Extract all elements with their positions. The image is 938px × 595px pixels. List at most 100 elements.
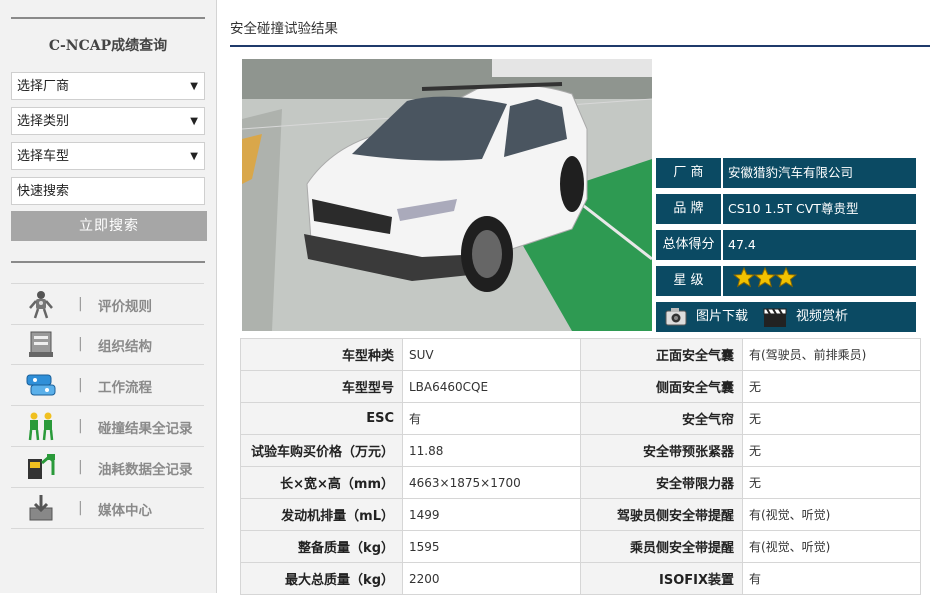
menu-item-crash-records[interactable]: | 碰撞结果全记录 (11, 406, 204, 447)
menu-separator: | (78, 418, 83, 434)
manufacturer-select[interactable]: 选择厂商 ▼ (11, 72, 205, 100)
spec-key: 正面安全气囊 (580, 338, 743, 371)
spec-value: 有(驾驶员、前排乘员) (742, 338, 921, 371)
spec-key: 安全带预张紧器 (580, 434, 743, 467)
spec-key: ESC (240, 402, 403, 435)
menu-separator: | (78, 377, 83, 393)
menu-item-organization[interactable]: | 组织结构 (11, 324, 204, 365)
menu-item-label: 油耗数据全记录 (98, 462, 193, 478)
spec-value: 有 (402, 402, 581, 435)
score-value: 47.4 (723, 230, 916, 260)
menu-separator: | (78, 336, 83, 352)
model-select[interactable]: 选择车型 ▼ (11, 142, 205, 170)
workflow-icon (25, 369, 57, 401)
star-icon (733, 266, 756, 288)
sidebar-divider-middle (11, 261, 205, 263)
seated-dummies-icon (25, 410, 57, 442)
spec-value: 11.88 (402, 434, 581, 467)
media-download-icon (25, 492, 57, 524)
menu-separator: | (78, 296, 83, 312)
camera-icon (664, 305, 688, 341)
spec-key: 车型种类 (240, 338, 403, 371)
spec-key: 侧面安全气囊 (580, 370, 743, 403)
spec-value: SUV (402, 338, 581, 371)
table-row: 试验车购买价格（万元） 11.88 安全带预张紧器 无 (240, 434, 921, 467)
manufacturer-label: 厂 商 (656, 158, 721, 188)
spec-key: 乘员侧安全带提醒 (580, 530, 743, 563)
category-select[interactable]: 选择类别 ▼ (11, 107, 205, 135)
menu-item-workflow[interactable]: | 工作流程 (11, 365, 204, 406)
spec-key: 试验车购买价格（万元） (240, 434, 403, 467)
spec-key: 长×宽×高（mm） (240, 466, 403, 499)
quick-search-input[interactable]: 快速搜索 (11, 177, 205, 205)
spec-key: 驾驶员侧安全带提醒 (580, 498, 743, 531)
sidebar-title: C-NCAP成绩查询 (48, 38, 168, 54)
spec-value: 4663×1875×1700 (402, 466, 581, 499)
manufacturer-select-value: 选择厂商 (17, 79, 70, 94)
dropdown-arrow-icon: ▼ (190, 116, 198, 127)
spec-key: 最大总质量（kg） (240, 562, 403, 595)
menu-separator: | (78, 500, 83, 516)
spec-key: 整备质量（kg） (240, 530, 403, 563)
star-icon (774, 266, 798, 288)
dropdown-arrow-icon: ▼ (190, 151, 198, 162)
section-rule (230, 45, 930, 47)
video-label: 视频赏析 (796, 309, 849, 324)
spec-value: 无 (742, 402, 921, 435)
spec-key: 安全气帘 (580, 402, 743, 435)
photo-download-label: 图片下载 (696, 309, 749, 324)
star-rating-value (723, 266, 916, 296)
spec-value: 有 (742, 562, 921, 595)
spec-value: 1595 (402, 530, 581, 563)
spec-value: LBA6460CQE (402, 370, 581, 403)
star-rating-row: 星 级 (656, 266, 916, 296)
menu-item-label: 媒体中心 (98, 503, 152, 519)
dropdown-arrow-icon: ▼ (190, 81, 198, 92)
media-bar: 图片下载 视频赏析 (656, 302, 916, 332)
section-title: 安全碰撞试验结果 (230, 21, 338, 37)
menu-item-label: 评价规则 (98, 299, 152, 315)
table-row: 整备质量（kg） 1595 乘员侧安全带提醒 有(视觉、听觉) (240, 530, 921, 563)
manufacturer-value: 安徽猎豹汽车有限公司 (723, 158, 916, 188)
menu-item-fuel-records[interactable]: | 油耗数据全记录 (11, 447, 204, 488)
fuel-pump-icon (25, 451, 57, 483)
score-row: 总体得分 47.4 (656, 230, 916, 260)
spec-value: 无 (742, 434, 921, 467)
sidebar-divider-top (11, 17, 205, 19)
spec-key: ISOFIX装置 (580, 562, 743, 595)
crash-dummy-icon (25, 288, 57, 320)
model-select-value: 选择车型 (17, 149, 70, 164)
sidebar: C-NCAP成绩查询 选择厂商 ▼ 选择类别 ▼ 选择车型 ▼ 快速搜索 立即搜… (0, 0, 217, 593)
menu-item-label: 工作流程 (98, 380, 152, 396)
table-row: 最大总质量（kg） 2200 ISOFIX装置 有 (240, 562, 921, 595)
brand-label: 品 牌 (656, 194, 721, 224)
table-row: 长×宽×高（mm） 4663×1875×1700 安全带限力器 无 (240, 466, 921, 499)
table-row: 车型型号 LBA6460CQE 侧面安全气囊 无 (240, 370, 921, 403)
star-icon (753, 266, 777, 288)
menu-item-label: 组织结构 (98, 339, 152, 355)
table-row: 车型种类 SUV 正面安全气囊 有(驾驶员、前排乘员) (240, 338, 921, 371)
spec-value: 无 (742, 370, 921, 403)
spec-value: 有(视觉、听觉) (742, 498, 921, 531)
table-row: ESC 有 安全气帘 无 (240, 402, 921, 435)
menu-item-label: 碰撞结果全记录 (98, 421, 193, 437)
vehicle-photo (242, 59, 652, 331)
search-button[interactable]: 立即搜索 (11, 211, 207, 241)
spec-key: 安全带限力器 (580, 466, 743, 499)
menu-separator: | (78, 459, 83, 475)
menu-item-rules[interactable]: | 评价规则 (11, 283, 204, 325)
quick-search-input-value: 快速搜索 (17, 184, 70, 199)
organization-icon (25, 328, 57, 360)
spec-value: 2200 (402, 562, 581, 595)
menu-item-media-center[interactable]: | 媒体中心 (11, 488, 204, 529)
spec-value: 无 (742, 466, 921, 499)
manufacturer-row: 厂 商 安徽猎豹汽车有限公司 (656, 158, 916, 188)
clapperboard-icon (762, 305, 788, 341)
spec-value: 有(视觉、听觉) (742, 530, 921, 563)
spec-key: 发动机排量（mL） (240, 498, 403, 531)
spec-table: 车型种类 SUV 正面安全气囊 有(驾驶员、前排乘员) 车型型号 LBA6460… (240, 338, 921, 595)
brand-row: 品 牌 CS10 1.5T CVT尊贵型 (656, 194, 916, 224)
score-label: 总体得分 (656, 230, 721, 260)
spec-value: 1499 (402, 498, 581, 531)
category-select-value: 选择类别 (17, 114, 70, 129)
